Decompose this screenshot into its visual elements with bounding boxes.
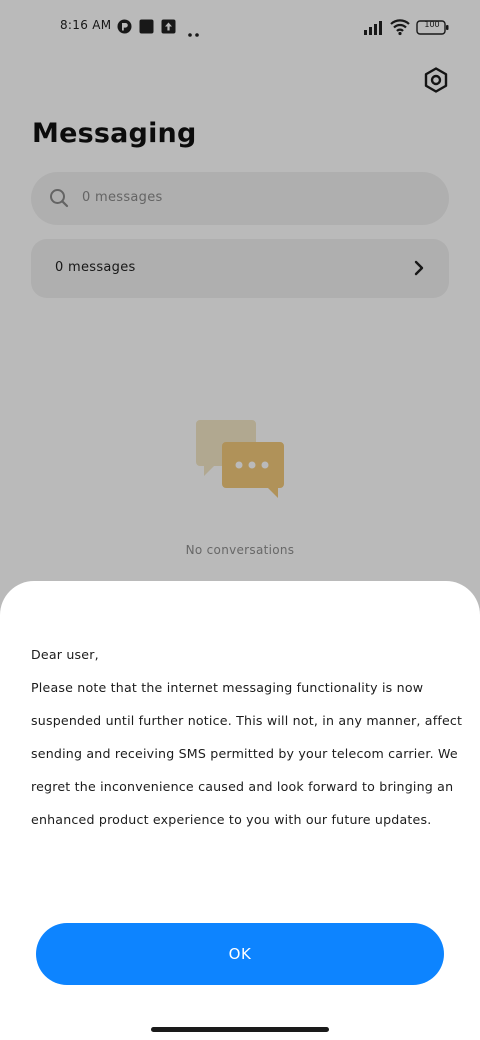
dialog-message: Please note that the internet messaging … — [31, 680, 463, 827]
dialog-greeting: Dear user, — [31, 647, 99, 662]
home-indicator[interactable] — [151, 1027, 329, 1032]
dialog-body: Dear user, Please note that the internet… — [31, 638, 467, 836]
notice-bottom-sheet: Dear user, Please note that the internet… — [0, 581, 480, 1040]
messaging-screen: 8:16 AM 100 Messaging 0 messages 0 messa… — [0, 0, 480, 1040]
ok-button[interactable]: OK — [36, 923, 444, 985]
